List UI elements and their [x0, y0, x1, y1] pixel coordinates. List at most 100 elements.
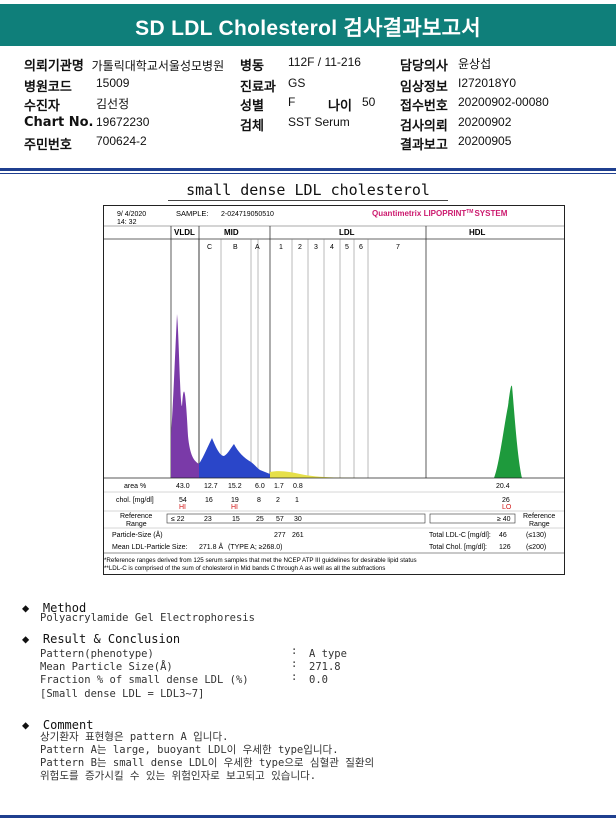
info-patient: 수진자 김선정 [24, 97, 130, 114]
svg-text:271.8 Å: 271.8 Å [199, 542, 223, 551]
svg-text:26: 26 [502, 497, 510, 504]
scan-time: 14: 32 [117, 219, 137, 226]
svg-text:Reference: Reference [523, 513, 555, 520]
svg-text:43.0: 43.0 [176, 483, 190, 490]
comment-line-4: 위험도를 증가시킬 수 있는 위험인자로 보고되고 있습니다. [40, 770, 317, 782]
svg-text:1: 1 [295, 497, 299, 504]
svg-text:B: B [233, 244, 238, 251]
lipoprint-figure: 9/ 4/2020 14: 32 SAMPLE: 2-024719050510 … [103, 205, 565, 575]
band-label-mid: MID [224, 228, 239, 237]
result-colon: : [291, 658, 298, 670]
report-banner: SD LDL Cholesterol 검사결과보고서 [0, 4, 616, 46]
svg-text:2: 2 [276, 497, 280, 504]
report-title-underline [168, 200, 448, 201]
subband-labels: C B A 1 2 3 4 5 6 7 [207, 244, 400, 251]
svg-text:A: A [255, 244, 260, 251]
result-mean-size-label: Mean Particle Size(Å) [40, 661, 173, 673]
row-label-particle: Particle-Size (Å) [112, 530, 163, 539]
info-chart-no: Chart No. 19672230 [24, 115, 150, 130]
info-hospital-code: 병원코드 15009 [24, 76, 130, 95]
svg-text:(TYPE A; ≥268.0): (TYPE A; ≥268.0) [228, 544, 282, 551]
svg-text:≥ 40: ≥ 40 [497, 516, 511, 523]
band-label-ldl: LDL [339, 228, 355, 237]
report-title: small dense LDL cholesterol [186, 181, 430, 199]
svg-text:20.4: 20.4 [496, 483, 510, 490]
row-label-area: area % [124, 483, 146, 490]
result-note: [Small dense LDL = LDL3~7] [40, 688, 205, 700]
flag-midb-hi: HI [231, 504, 238, 511]
svg-text:23: 23 [204, 516, 212, 523]
vldl-peak [171, 314, 199, 478]
result-colon: : [291, 671, 298, 683]
svg-text:C: C [207, 244, 212, 251]
brand-name: Quantimetrix LIPOPRINTTMSYSTEM [372, 209, 508, 218]
info-specimen: 검체 SST Serum [240, 115, 350, 134]
svg-text:Total LDL-C [mg/dl]:: Total LDL-C [mg/dl]: [429, 532, 491, 539]
result-heading: Result & Conclusion [42, 632, 181, 646]
svg-text:30: 30 [294, 516, 302, 523]
result-pattern-value: A type [309, 648, 347, 660]
svg-text:1: 1 [279, 244, 283, 251]
svg-text:3: 3 [314, 244, 318, 251]
row-label-chol: chol. [mg/dl] [116, 497, 154, 504]
info-doctor: 담당의사 윤상섭 [400, 57, 492, 74]
svg-text:57: 57 [276, 516, 284, 523]
info-clinical: 임상정보 I272018Y0 [400, 76, 517, 95]
data-table: area % 43.0 12.7 15.2 6.0 1.7 0.8 20.4 c… [104, 483, 564, 572]
svg-text:12.7: 12.7 [204, 483, 218, 490]
scan-date: 9/ 4/2020 [117, 211, 146, 218]
hdl-peak [494, 385, 522, 478]
band-label-hdl: HDL [469, 228, 486, 237]
sample-label: SAMPLE: [176, 209, 209, 218]
svg-text:≤ 22: ≤ 22 [171, 516, 185, 523]
info-department: 진료과 GS [240, 76, 306, 95]
info-hospital: 의뢰기관명 가톨릭대학교서울성모병원 [24, 59, 225, 74]
flag-hdl-lo: LO [502, 504, 512, 511]
result-fraction-value: 0.0 [309, 674, 328, 686]
result-fraction-label: Fraction % of small dense LDL (%) [40, 674, 249, 686]
footnote-1: *Reference ranges derived from 125 serum… [104, 557, 417, 564]
svg-text:1.7: 1.7 [274, 483, 284, 490]
bullet-diamond-icon: ◆ [22, 632, 30, 646]
svg-text:6.0: 6.0 [255, 483, 265, 490]
svg-text:5: 5 [345, 244, 349, 251]
svg-text:Range: Range [529, 521, 550, 528]
mid-peak [199, 438, 270, 478]
result-pattern-label: Pattern(phenotype) [40, 648, 154, 660]
bullet-diamond-icon: ◆ [22, 718, 30, 732]
info-receipt-no: 접수번호 20200902-00080 [400, 95, 549, 114]
svg-text:Reference: Reference [120, 513, 152, 520]
footnote-2: **LDL-C is comprised of the sum of chole… [104, 565, 385, 572]
svg-text:15: 15 [232, 516, 240, 523]
svg-text:Total Chol. [mg/dl]:: Total Chol. [mg/dl]: [429, 544, 487, 551]
svg-text:126: 126 [499, 544, 511, 551]
info-resident-no: 주민번호 700624-2 [24, 134, 147, 153]
svg-text:4: 4 [330, 244, 334, 251]
svg-text:(≤200): (≤200) [526, 544, 546, 551]
svg-text:46: 46 [499, 532, 507, 539]
svg-text:261: 261 [292, 532, 304, 539]
svg-text:8: 8 [257, 497, 261, 504]
band-label-vldl: VLDL [174, 228, 195, 237]
svg-text:(≤130): (≤130) [526, 532, 546, 539]
divider-bottom [0, 815, 616, 818]
result-colon: : [291, 645, 298, 657]
subband-lines [220, 239, 369, 478]
sample-id: 2-024719050510 [221, 211, 274, 218]
svg-text:Range: Range [126, 521, 147, 528]
svg-text:25: 25 [256, 516, 264, 523]
divider-top [0, 168, 616, 171]
bullet-diamond-icon: ◆ [22, 601, 30, 615]
svg-text:277: 277 [274, 532, 286, 539]
result-section: ◆ Result & Conclusion [22, 628, 180, 647]
svg-text:19: 19 [231, 497, 239, 504]
info-sex-age: 성별 F 나이 50 [240, 95, 376, 114]
page-title: SD LDL Cholesterol 검사결과보고서 [135, 17, 481, 40]
divider-top-thin [0, 173, 616, 174]
mean-particle-label: Mean LDL-Particle Size: [112, 544, 188, 551]
svg-text:54: 54 [179, 497, 187, 504]
svg-text:2: 2 [298, 244, 302, 251]
info-ward: 병동 112F / 11-216 [240, 55, 361, 74]
svg-text:6: 6 [359, 244, 363, 251]
info-request-date: 검사의뢰 20200902 [400, 115, 512, 134]
